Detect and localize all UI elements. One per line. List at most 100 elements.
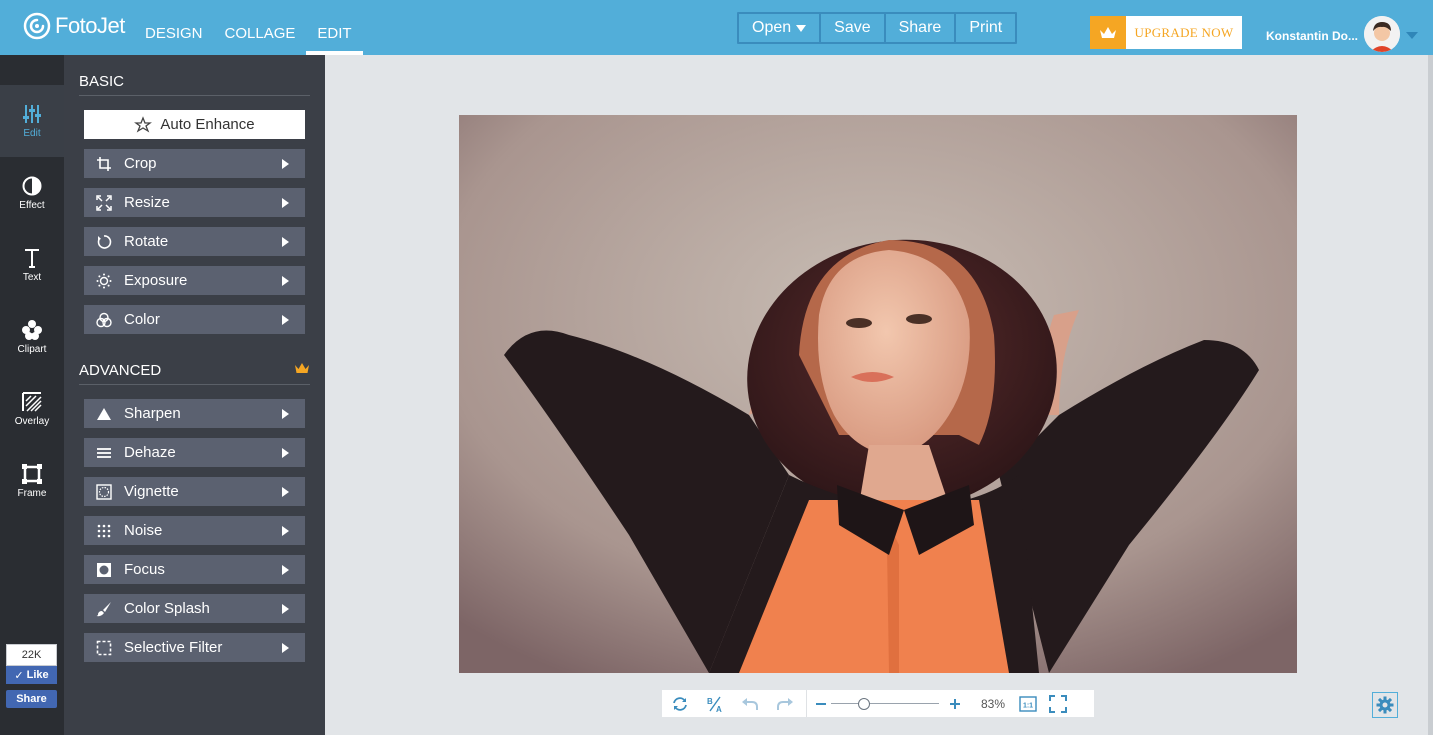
tool-label: Color Splash: [124, 600, 210, 617]
tool-sharpen[interactable]: Sharpen: [84, 399, 305, 428]
save-button[interactable]: Save: [821, 14, 886, 42]
vignette-icon: [84, 483, 124, 500]
zoom-slider[interactable]: [831, 697, 939, 710]
tool-label: Resize: [124, 194, 170, 211]
rail-label: Overlay: [14, 416, 50, 427]
tool-exposure[interactable]: Exposure: [84, 266, 305, 295]
color-circles-icon: [84, 312, 124, 328]
fb-share-button[interactable]: Share: [6, 690, 57, 708]
resize-icon: [84, 194, 124, 211]
focus-icon: [84, 562, 124, 578]
rail-item-edit[interactable]: Edit: [0, 85, 64, 157]
before-after-button[interactable]: BA: [697, 690, 732, 717]
rail-item-overlay[interactable]: Overlay: [0, 373, 64, 445]
avatar: [1364, 16, 1400, 52]
tool-label: Selective Filter: [124, 639, 223, 656]
tool-label: Noise: [124, 522, 163, 539]
hatch-icon: [22, 392, 42, 412]
tool-label: Sharpen: [124, 405, 181, 422]
svg-text:A: A: [716, 705, 722, 713]
fullscreen-button[interactable]: [1041, 690, 1075, 717]
rail-item-effect[interactable]: Effect: [0, 157, 64, 229]
rail-label: Text: [22, 272, 42, 283]
upgrade-label: UPGRADE NOW: [1134, 24, 1234, 40]
refresh-icon: [672, 696, 687, 711]
tool-noise[interactable]: Noise: [84, 516, 305, 545]
arrow-right-icon: [282, 525, 289, 536]
upgrade-button[interactable]: UPGRADE NOW: [1090, 16, 1242, 49]
like-button[interactable]: ✓ Like: [6, 666, 57, 684]
app-logo[interactable]: FotoJet: [23, 12, 125, 40]
portrait-photo-image: [459, 115, 1297, 673]
redo-button[interactable]: [767, 690, 802, 717]
sun-icon: [84, 273, 124, 289]
rail-label: Edit: [23, 128, 41, 139]
one-to-one-icon: 1:1: [1019, 695, 1037, 712]
rail-item-frame[interactable]: Frame: [0, 445, 64, 517]
photo[interactable]: [459, 115, 1297, 673]
crop-icon: [84, 156, 124, 172]
rail-item-text[interactable]: Text: [0, 229, 64, 301]
tool-resize[interactable]: Resize: [84, 188, 305, 217]
undo-button[interactable]: [732, 690, 767, 717]
tool-dehaze[interactable]: Dehaze: [84, 438, 305, 467]
actual-size-button[interactable]: 1:1: [1015, 690, 1041, 717]
arrow-right-icon: [282, 447, 289, 458]
zoom-out-button[interactable]: [811, 690, 831, 717]
triangle-icon: [84, 406, 124, 422]
zoom-toolbar: BA 83% 1:1: [662, 690, 1094, 717]
arrow-right-icon: [282, 197, 289, 208]
print-button[interactable]: Print: [956, 14, 1015, 42]
reset-button[interactable]: [662, 690, 697, 717]
tool-rotate[interactable]: Rotate: [84, 227, 305, 256]
tool-label: Color: [124, 311, 160, 328]
tool-selective-filter[interactable]: Selective Filter: [84, 633, 305, 662]
basic-heading: BASIC: [79, 73, 310, 96]
rail-label: Frame: [17, 488, 47, 499]
file-menu: Open Save Share Print: [737, 12, 1018, 44]
tool-color[interactable]: Color: [84, 305, 305, 334]
rotate-icon: [84, 234, 124, 250]
main-nav: DESIGN COLLAGE EDIT: [134, 0, 363, 55]
slider-handle[interactable]: [858, 697, 870, 710]
arrow-right-icon: [282, 603, 289, 614]
text-icon: [25, 249, 39, 268]
caret-down-icon: [796, 24, 807, 32]
rail-label: Effect: [19, 200, 45, 211]
auto-enhance-button[interactable]: Auto Enhance: [84, 110, 305, 139]
undo-icon: [741, 697, 758, 710]
tool-crop[interactable]: Crop: [84, 149, 305, 178]
arrow-right-icon: [282, 486, 289, 497]
tool-label: Crop: [124, 155, 157, 172]
settings-button[interactable]: [1372, 692, 1398, 718]
rail-item-clipart[interactable]: Clipart: [0, 301, 64, 373]
crown-icon: [1090, 16, 1126, 49]
redo-icon: [776, 697, 793, 710]
divider: [806, 690, 807, 717]
nav-edit[interactable]: EDIT: [306, 0, 363, 55]
user-menu[interactable]: Konstantin Do...: [1266, 16, 1418, 52]
edit-panel: BASIC Auto Enhance Crop Resize Rotate Ex…: [64, 55, 325, 735]
nav-design[interactable]: DESIGN: [134, 0, 214, 55]
tool-rail: Edit Effect Text Clipart Overlay Frame: [0, 55, 64, 735]
tool-focus[interactable]: Focus: [84, 555, 305, 584]
nav-collage[interactable]: COLLAGE: [214, 0, 307, 55]
spiral-logo-icon: [23, 12, 51, 40]
share-button[interactable]: Share: [886, 14, 957, 42]
plus-icon: [950, 698, 960, 709]
top-bar: FotoJet DESIGN COLLAGE EDIT Open Save Sh…: [0, 0, 1433, 55]
tool-label: Dehaze: [124, 444, 176, 461]
zoom-percent: 83%: [980, 696, 1006, 711]
svg-text:B: B: [707, 697, 713, 706]
tool-label: Focus: [124, 561, 165, 578]
slider-track: [831, 702, 939, 704]
arrow-right-icon: [282, 314, 289, 325]
tool-label: Vignette: [124, 483, 179, 500]
tool-vignette[interactable]: Vignette: [84, 477, 305, 506]
open-button[interactable]: Open: [739, 14, 822, 42]
zoom-in-button[interactable]: [939, 690, 971, 717]
tool-color-splash[interactable]: Color Splash: [84, 594, 305, 623]
fullscreen-icon: [1049, 694, 1067, 713]
vertical-scrollbar[interactable]: [1428, 55, 1433, 735]
dots-grid-icon: [84, 523, 124, 539]
